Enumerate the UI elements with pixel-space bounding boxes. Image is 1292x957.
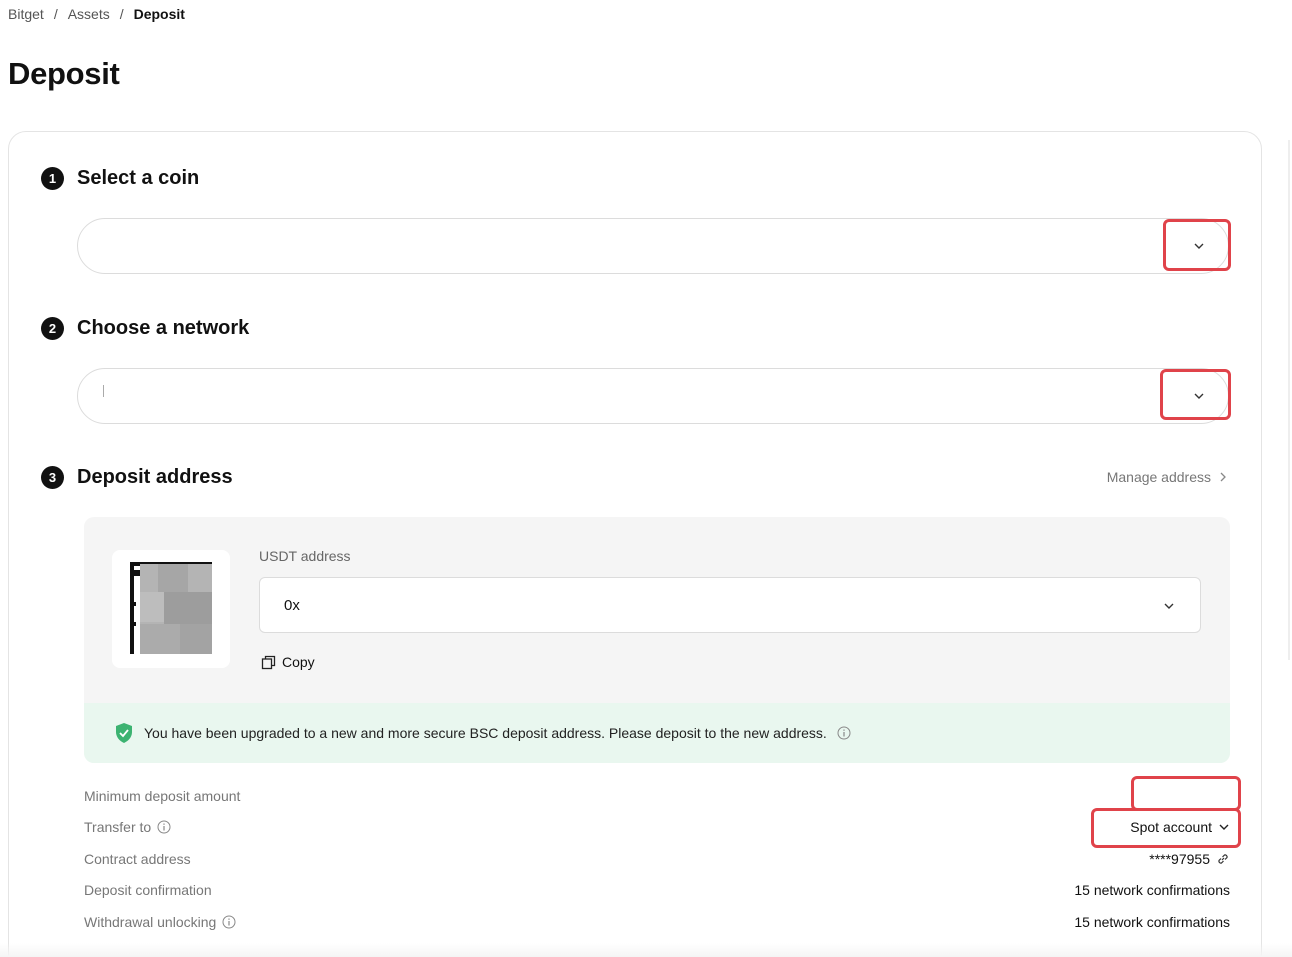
shield-check-icon	[116, 723, 132, 743]
address-label: USDT address	[259, 548, 351, 564]
breadcrumb-separator: /	[119, 6, 124, 22]
chevron-down-icon[interactable]	[1162, 599, 1176, 613]
contract-address-value-wrap: ****97955	[1149, 851, 1230, 867]
chevron-right-icon	[1220, 472, 1226, 482]
withdrawal-unlocking-label: Withdrawal unlocking	[84, 914, 217, 930]
contract-address-label: Contract address	[84, 851, 191, 867]
contract-address-value: ****97955	[1149, 851, 1210, 867]
step-title: Select a coin	[77, 167, 200, 189]
min-deposit-row: Minimum deposit amount	[84, 788, 1230, 808]
withdrawal-unlocking-value: 15 network confirmations	[1074, 914, 1230, 930]
info-icon[interactable]	[157, 820, 171, 834]
bottom-fade	[0, 943, 1292, 957]
scrollbar-track	[1288, 140, 1290, 660]
deposit-confirmation-value: 15 network confirmations	[1074, 882, 1230, 898]
min-deposit-label: Minimum deposit amount	[84, 788, 241, 804]
deposit-address-box: USDT address 0x Copy You have been upgra…	[84, 517, 1230, 763]
address-select[interactable]: 0x	[259, 577, 1201, 633]
breadcrumb-current: Deposit	[133, 6, 185, 22]
manage-address-link[interactable]: Manage address	[1107, 469, 1227, 485]
transfer-to-row: Transfer to Spot account	[84, 819, 1230, 839]
info-icon[interactable]	[222, 915, 236, 929]
network-select[interactable]	[77, 368, 1229, 424]
info-icon[interactable]	[837, 726, 851, 740]
step-deposit-address: 3 Deposit address	[41, 466, 233, 489]
step-number: 1	[41, 167, 64, 190]
manage-address-label: Manage address	[1106, 469, 1211, 485]
deposit-confirmation-row: Deposit confirmation 15 network confirma…	[84, 882, 1230, 902]
text-cursor	[103, 385, 104, 397]
page-title: Deposit	[8, 56, 120, 91]
link-icon[interactable]	[1216, 852, 1230, 866]
withdrawal-unlocking-row: Withdrawal unlocking 15 network confirma…	[84, 914, 1230, 934]
transfer-to-label: Transfer to	[84, 819, 152, 835]
deposit-card: 1 Select a coin 2 Choose a network 3 Dep…	[8, 131, 1262, 957]
highlight-network-dropdown	[1160, 369, 1231, 420]
step-title: Choose a network	[77, 317, 250, 339]
breadcrumb-assets[interactable]: Assets	[68, 6, 110, 22]
copy-label: Copy	[282, 654, 315, 670]
qr-code-icon	[130, 562, 212, 654]
breadcrumb: Bitget / Assets / Deposit	[8, 6, 185, 22]
contract-address-row: Contract address ****97955	[84, 851, 1230, 871]
coin-select[interactable]	[77, 218, 1229, 274]
step-choose-network: 2 Choose a network	[41, 317, 249, 340]
transfer-to-key: Transfer to	[84, 819, 171, 835]
step-number: 2	[41, 317, 64, 340]
notice-text: You have been upgraded to a new and more…	[144, 725, 827, 741]
highlight-coin-dropdown	[1163, 219, 1231, 271]
step-select-coin: 1 Select a coin	[41, 167, 199, 190]
highlight-min-deposit	[1131, 776, 1241, 811]
address-value: 0x	[284, 597, 300, 614]
withdrawal-unlocking-key: Withdrawal unlocking	[84, 914, 236, 930]
copy-icon	[261, 655, 276, 669]
deposit-confirmation-label: Deposit confirmation	[84, 882, 212, 898]
step-number: 3	[41, 466, 64, 489]
upgrade-notice: You have been upgraded to a new and more…	[84, 703, 1230, 763]
step-title: Deposit address	[77, 466, 233, 488]
breadcrumb-bitget[interactable]: Bitget	[8, 6, 44, 22]
highlight-transfer-to	[1091, 808, 1241, 848]
copy-button[interactable]: Copy	[261, 654, 315, 670]
breadcrumb-separator: /	[53, 6, 58, 22]
qr-code	[112, 550, 230, 668]
